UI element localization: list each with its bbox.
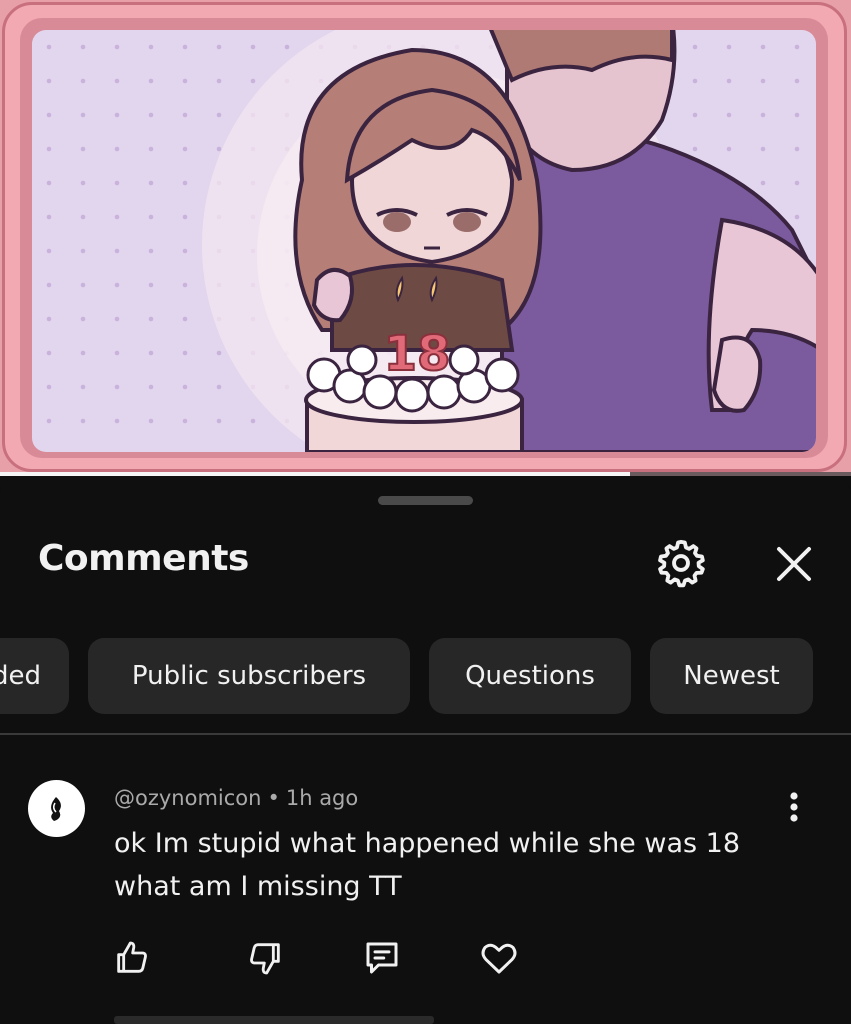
chip-questions[interactable]: Questions [429, 638, 631, 714]
comment-time: 1h ago [285, 786, 359, 810]
chip-top-rated[interactable]: ded [0, 638, 69, 714]
heart-icon [481, 943, 517, 974]
video-scene: 18 [32, 30, 816, 452]
birthday-illustration: 18 [202, 30, 816, 452]
divider [0, 733, 851, 735]
meta-separator: • [267, 786, 280, 810]
chip-label: Newest [683, 661, 780, 691]
candle-number: 18 [384, 326, 451, 382]
reply-comment-icon [366, 942, 398, 974]
chip-newest[interactable]: Newest [650, 638, 813, 714]
comment-meta: @ozynomicon • 1h ago [114, 786, 358, 810]
comment-author[interactable]: @ozynomicon [114, 786, 261, 810]
thumbs-down-icon [250, 943, 280, 975]
chip-label: ded [0, 661, 41, 691]
close-button[interactable] [768, 538, 820, 590]
chip-label: Questions [465, 661, 595, 691]
dislike-button[interactable] [243, 936, 287, 980]
next-comment-peek [114, 1016, 434, 1024]
chip-label: Public subscribers [131, 661, 367, 691]
more-vertical-icon [790, 792, 798, 822]
thumbs-up-icon [117, 941, 147, 973]
like-button[interactable] [110, 936, 154, 980]
gear-icon [658, 539, 705, 588]
filter-chips: ded Public subscribers Questions Newest [0, 638, 851, 714]
video-player[interactable]: 18 [0, 0, 851, 476]
avatar-image [28, 780, 85, 837]
reply-button[interactable] [360, 936, 404, 980]
comments-title: Comments [38, 538, 249, 579]
comment-text: ok Im stupid what happened while she was… [114, 828, 741, 902]
more-options-button[interactable] [780, 790, 808, 824]
chip-public-subscribers[interactable]: Public subscribers [88, 638, 410, 714]
drag-handle[interactable] [378, 496, 473, 505]
creator-heart-button[interactable] [477, 936, 521, 980]
comments-sheet: Comments ded Public subscribers Question… [0, 476, 851, 1024]
close-icon [777, 547, 811, 581]
settings-button[interactable] [652, 534, 710, 592]
avatar[interactable] [28, 780, 85, 837]
comment-actions [0, 936, 851, 986]
